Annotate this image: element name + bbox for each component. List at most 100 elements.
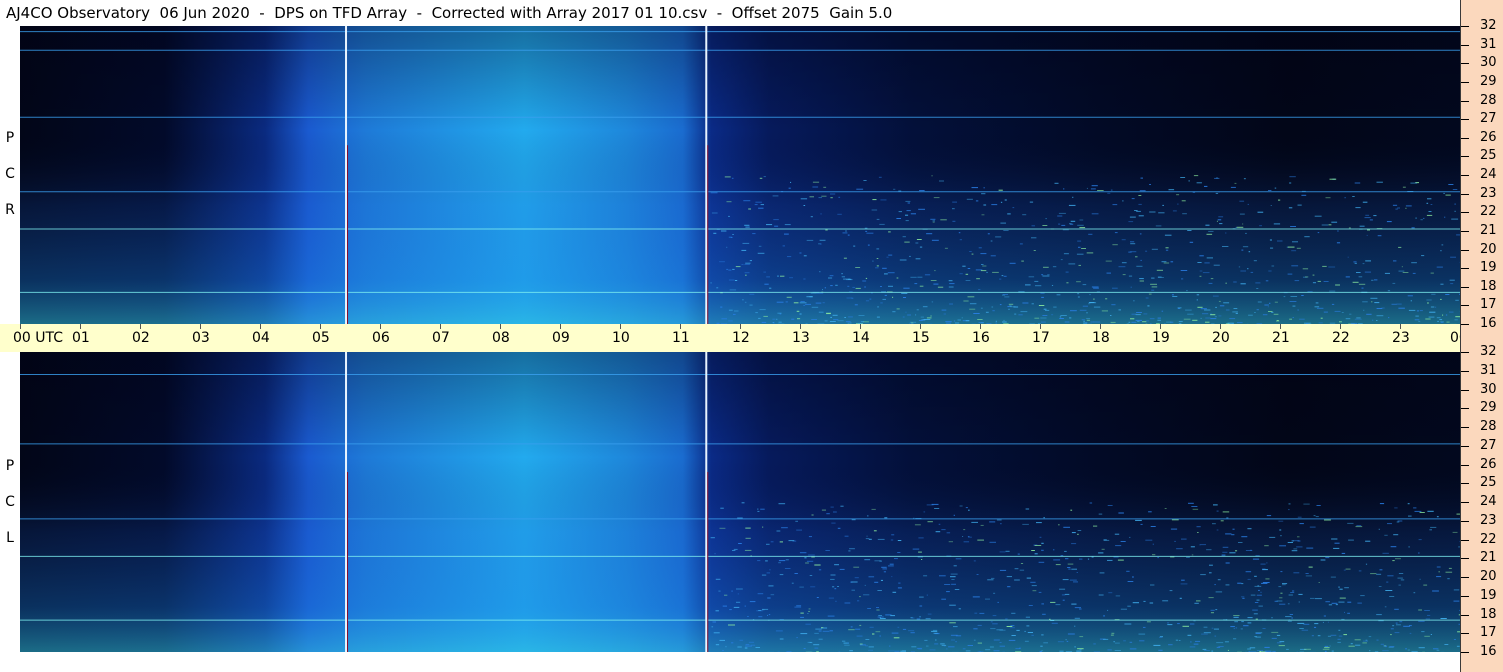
time-tick-label: 16 bbox=[972, 330, 990, 346]
rcp-letter-c: C bbox=[5, 166, 15, 182]
time-tick bbox=[440, 324, 441, 329]
time-tick bbox=[560, 324, 561, 329]
rcp-freq-tick bbox=[1461, 250, 1469, 251]
lcp-freq-tick-label: 31 bbox=[1480, 363, 1497, 378]
rcp-freq-tick-label: 20 bbox=[1480, 242, 1497, 257]
lcp-freq-tick-label: 32 bbox=[1480, 344, 1497, 359]
time-tick bbox=[380, 324, 381, 329]
lcp-freq-tick-label: 21 bbox=[1480, 550, 1497, 565]
lcp-letter-p: P bbox=[5, 458, 15, 474]
lcp-freq-tick-label: 24 bbox=[1480, 494, 1497, 509]
lcp-freq-tick-label: 17 bbox=[1480, 625, 1497, 640]
lcp-freq-tick bbox=[1461, 652, 1469, 653]
rcp-letter-r: P bbox=[5, 130, 15, 146]
time-tick bbox=[140, 324, 141, 329]
rcp-calibration-line bbox=[345, 26, 348, 324]
rcp-freq-tick bbox=[1461, 231, 1469, 232]
time-tick-label: 06 bbox=[372, 330, 390, 346]
rcp-freq-tick-label: 18 bbox=[1480, 279, 1497, 294]
lcp-freq-tick bbox=[1461, 408, 1469, 409]
time-tick-label: 17 bbox=[1032, 330, 1050, 346]
time-tick-label: 14 bbox=[852, 330, 870, 346]
time-tick bbox=[1400, 324, 1401, 329]
rcp-freq-tick-label: 26 bbox=[1480, 130, 1497, 145]
time-tick-label: 02 bbox=[132, 330, 150, 346]
time-tick bbox=[680, 324, 681, 329]
time-tick-label: 08 bbox=[492, 330, 510, 346]
time-tick-label: 13 bbox=[792, 330, 810, 346]
lcp-freq-tick bbox=[1461, 558, 1469, 559]
lcp-freq-tick-label: 23 bbox=[1480, 513, 1497, 528]
lcp-calibration-line-shadow bbox=[347, 472, 349, 652]
rcp-freq-tick-label: 28 bbox=[1480, 93, 1497, 108]
lcp-freq-tick bbox=[1461, 352, 1469, 353]
rcp-freq-tick-label: 16 bbox=[1480, 316, 1497, 331]
time-tick bbox=[500, 324, 501, 329]
lcp-freq-tick-label: 26 bbox=[1480, 457, 1497, 472]
time-tick bbox=[320, 324, 321, 329]
rcp-calibration-line-shadow bbox=[707, 145, 709, 324]
rcp-freq-tick bbox=[1461, 305, 1469, 306]
rcp-freq-tick-label: 25 bbox=[1480, 148, 1497, 163]
time-tick-label: 20 bbox=[1212, 330, 1230, 346]
lcp-freq-tick bbox=[1461, 540, 1469, 541]
time-tick bbox=[1040, 324, 1041, 329]
time-tick bbox=[800, 324, 801, 329]
rcp-freq-tick-label: 29 bbox=[1480, 74, 1497, 89]
rcp-freq-tick bbox=[1461, 119, 1469, 120]
lcp-freq-tick-label: 22 bbox=[1480, 532, 1497, 547]
lcp-calibration-line-shadow bbox=[707, 472, 709, 652]
rcp-freq-tick-label: 23 bbox=[1480, 186, 1497, 201]
rcp-freq-tick-label: 32 bbox=[1480, 18, 1497, 33]
time-tick bbox=[860, 324, 861, 329]
time-tick-label: 00 UTC bbox=[13, 330, 64, 346]
time-tick-label: 23 bbox=[1392, 330, 1410, 346]
time-tick bbox=[980, 324, 981, 329]
time-tick-label: 07 bbox=[432, 330, 450, 346]
rcp-freq-tick-label: 31 bbox=[1480, 37, 1497, 52]
rcp-calibration-line-shadow bbox=[347, 145, 349, 324]
lcp-letter-l: L bbox=[6, 530, 14, 546]
lcp-freq-tick bbox=[1461, 502, 1469, 503]
time-tick bbox=[1160, 324, 1161, 329]
time-tick-label: 12 bbox=[732, 330, 750, 346]
time-axis: 00 UTC 01 02 03 04 05 06 07 08 09 10 11 12 13 14 15 16 17… bbox=[0, 324, 1502, 352]
lcp-freq-tick-label: 20 bbox=[1480, 569, 1497, 584]
time-tick-label: 05 bbox=[312, 330, 330, 346]
time-tick bbox=[620, 324, 621, 329]
time-tick bbox=[200, 324, 201, 329]
rcp-spectrogram bbox=[20, 26, 1461, 324]
time-tick-label: 11 bbox=[672, 330, 690, 346]
rcp-freq-tick bbox=[1461, 212, 1469, 213]
time-tick-label: 19 bbox=[1152, 330, 1170, 346]
rcp-freq-tick bbox=[1461, 138, 1469, 139]
lcp-freq-tick-label: 25 bbox=[1480, 475, 1497, 490]
chart-title: AJ4CO Observatory 06 Jun 2020 - DPS on T… bbox=[0, 0, 1460, 26]
rcp-calibration-line bbox=[705, 26, 708, 324]
time-tick bbox=[920, 324, 921, 329]
lcp-freq-tick bbox=[1461, 483, 1469, 484]
rcp-freq-tick bbox=[1461, 175, 1469, 176]
time-tick-label: 01 bbox=[72, 330, 90, 346]
time-tick bbox=[1100, 324, 1101, 329]
time-tick-label: 18 bbox=[1092, 330, 1110, 346]
lcp-freq-tick-label: 16 bbox=[1480, 644, 1497, 659]
lcp-freq-tick bbox=[1461, 633, 1469, 634]
time-tick-label: 22 bbox=[1332, 330, 1350, 346]
lcp-letter-c: C bbox=[5, 494, 15, 510]
rcp-freq-tick-label: 21 bbox=[1480, 223, 1497, 238]
time-tick bbox=[260, 324, 261, 329]
rcp-freq-tick-label: 24 bbox=[1480, 167, 1497, 182]
time-tick bbox=[1340, 324, 1341, 329]
time-tick-label: 04 bbox=[252, 330, 270, 346]
rcp-freq-tick bbox=[1461, 194, 1469, 195]
rcp-freq-tick bbox=[1461, 26, 1469, 27]
rcp-freq-tick bbox=[1461, 101, 1469, 102]
rcp-freq-tick bbox=[1461, 45, 1469, 46]
lcp-freq-tick bbox=[1461, 427, 1469, 428]
time-tick-label: 21 bbox=[1272, 330, 1290, 346]
rcp-freq-tick-label: 30 bbox=[1480, 55, 1497, 70]
time-tick-label: 15 bbox=[912, 330, 930, 346]
lcp-freq-tick-label: 29 bbox=[1480, 400, 1497, 415]
rcp-freq-tick-label: 19 bbox=[1480, 260, 1497, 275]
